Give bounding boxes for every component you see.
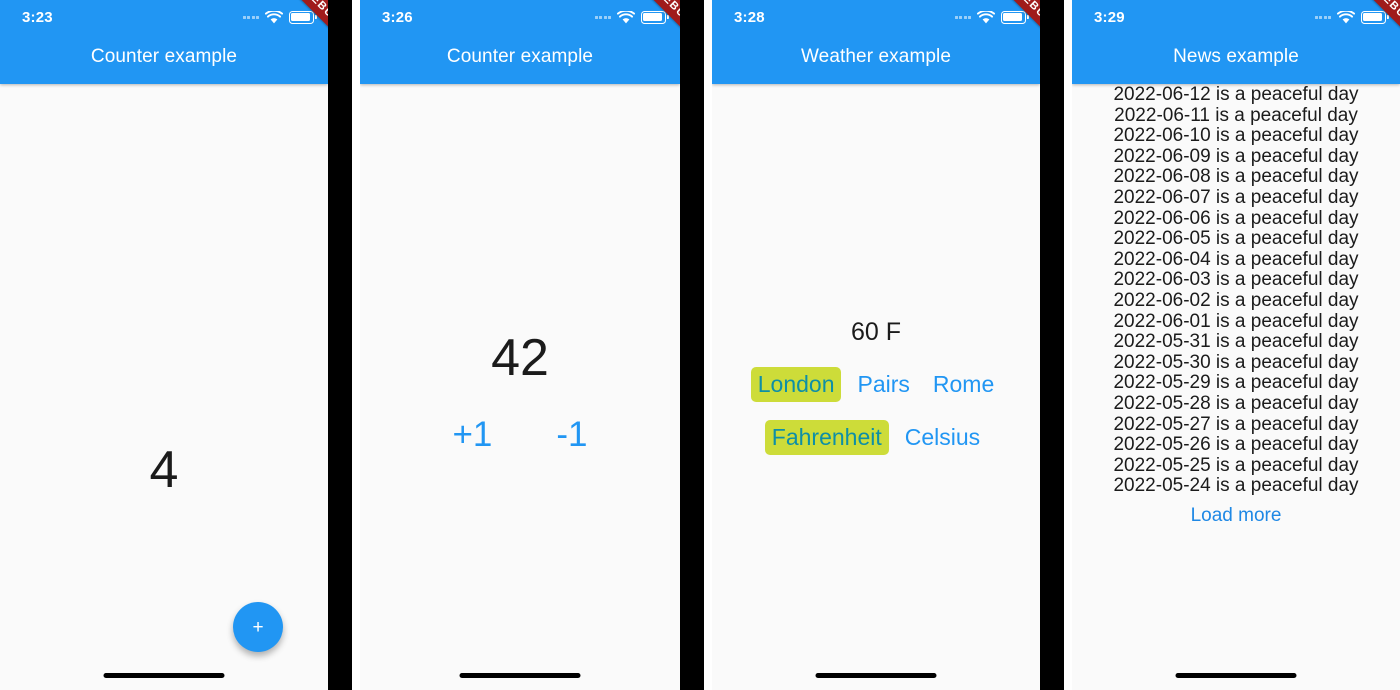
screen-body: 42 +1 -1 — [360, 84, 680, 690]
news-list-item[interactable]: 2022-06-05 is a peaceful day — [1113, 229, 1358, 250]
signal-dots-icon — [594, 15, 611, 19]
battery-icon — [1361, 10, 1389, 24]
wifi-icon — [265, 10, 283, 23]
plus-icon: + — [252, 616, 264, 638]
status-clock: 3:26 — [382, 8, 413, 26]
device-bezel — [680, 0, 704, 690]
app-bar-title: Counter example — [446, 46, 594, 67]
battery-icon — [289, 10, 317, 24]
news-list: 2022-06-12 is a peaceful day 2022-06-11 i… — [1072, 84, 1400, 527]
phone-counter-buttons: 3:26 Counter example DEBUG 42 +1 -1 — [360, 0, 680, 690]
news-list-item[interactable]: 2022-06-11 is a peaceful day — [1114, 105, 1358, 127]
news-list-item[interactable]: 2022-06-06 is a peaceful day — [1113, 208, 1358, 230]
counter-display: 42 +1 -1 — [360, 332, 680, 452]
phone-news: 3:29 News example DEBUG 2022-06-12 is a — [1072, 0, 1400, 690]
status-bar: 3:28 — [712, 0, 1040, 34]
app-bar: 3:26 Counter example DEBUG — [360, 0, 680, 84]
unit-selector: Fahrenheit Celsius — [764, 420, 987, 455]
phone-counter-simple: 3:23 Counter example DEBUG 4 + — [0, 0, 328, 690]
counter-value: 4 — [149, 441, 179, 499]
city-selector: London Pairs Rome — [750, 367, 1002, 402]
decrement-button[interactable]: -1 — [556, 417, 587, 452]
news-list-item[interactable]: 2022-05-28 is a peaceful day — [1113, 393, 1358, 415]
status-icons — [242, 10, 317, 24]
news-list-item[interactable]: 2022-05-26 is a peaceful day — [1113, 434, 1358, 456]
status-icons — [1314, 10, 1389, 24]
home-indicator — [1175, 673, 1297, 678]
unit-option-fahrenheit[interactable]: Fahrenheit — [764, 420, 889, 455]
counter-button-row: +1 -1 — [452, 417, 587, 452]
load-more-button[interactable]: Load more — [1191, 505, 1282, 527]
counter-display: 4 — [0, 444, 328, 496]
news-list-item[interactable]: 2022-06-08 is a peaceful day — [1113, 167, 1358, 188]
news-list-item[interactable]: 2022-05-31 is a peaceful day — [1113, 332, 1358, 353]
status-bar: 3:29 — [1072, 0, 1400, 34]
status-clock: 3:23 — [22, 8, 53, 26]
signal-dots-icon — [242, 15, 259, 19]
device-gap — [704, 0, 712, 690]
status-icons — [594, 10, 669, 24]
battery-icon — [641, 10, 669, 24]
news-list-item[interactable]: 2022-06-01 is a peaceful day — [1113, 311, 1358, 333]
app-bar: 3:23 Counter example DEBUG — [0, 0, 328, 84]
unit-option-celsius[interactable]: Celsius — [898, 420, 987, 455]
counter-value: 42 — [491, 329, 549, 387]
temperature-readout: 60 F — [850, 318, 902, 346]
news-list-item[interactable]: 2022-06-12 is a peaceful day — [1113, 84, 1358, 106]
news-list-item[interactable]: 2022-06-07 is a peaceful day — [1113, 187, 1358, 209]
news-list-item[interactable]: 2022-06-02 is a peaceful day — [1113, 290, 1358, 312]
status-bar: 3:26 — [360, 0, 680, 34]
city-option-rome[interactable]: Rome — [926, 367, 1001, 402]
status-icons — [954, 10, 1029, 24]
news-list-item[interactable]: 2022-05-30 is a peaceful day — [1113, 352, 1358, 374]
signal-dots-icon — [954, 15, 971, 19]
home-indicator — [815, 673, 937, 678]
news-list-item[interactable]: 2022-06-10 is a peaceful day — [1113, 126, 1358, 147]
app-bar: 3:28 Weather example DEBUG — [712, 0, 1040, 84]
app-bar-title: Counter example — [90, 46, 238, 67]
app-bar: 3:29 News example DEBUG — [1072, 0, 1400, 84]
city-option-london[interactable]: London — [750, 367, 842, 402]
screen-body: 2022-06-12 is a peaceful day 2022-06-11 i… — [1072, 84, 1400, 690]
status-bar: 3:23 — [0, 0, 328, 34]
add-fab-button[interactable]: + — [233, 602, 283, 652]
app-bar-title: News example — [1173, 46, 1299, 67]
battery-icon — [1001, 10, 1029, 24]
news-list-item[interactable]: 2022-06-04 is a peaceful day — [1113, 249, 1358, 271]
device-bezel — [328, 0, 352, 690]
increment-button[interactable]: +1 — [452, 417, 492, 452]
weather-display: 60 F London Pairs Rome Fahrenheit Celsiu… — [712, 320, 1040, 455]
city-option-pairs[interactable]: Pairs — [850, 367, 916, 402]
device-bezel — [1040, 0, 1064, 690]
news-list-item[interactable]: 2022-05-27 is a peaceful day — [1113, 414, 1358, 436]
wifi-icon — [617, 10, 635, 23]
wifi-icon — [977, 10, 995, 23]
signal-dots-icon — [1314, 15, 1331, 19]
phone-weather: 3:28 Weather example DEBUG 60 F London P… — [712, 0, 1040, 690]
status-clock: 3:28 — [734, 8, 765, 26]
wifi-icon — [1337, 10, 1355, 23]
home-indicator — [103, 673, 225, 678]
screen-body: 4 + — [0, 84, 328, 690]
home-indicator — [459, 673, 581, 678]
device-gap — [352, 0, 360, 690]
screen-body: 60 F London Pairs Rome Fahrenheit Celsiu… — [712, 84, 1040, 690]
news-list-item[interactable]: 2022-06-03 is a peaceful day — [1113, 270, 1358, 291]
app-bar-title: Weather example — [800, 46, 952, 67]
news-list-item[interactable]: 2022-05-24 is a peaceful day — [1113, 476, 1358, 497]
screenshot-stage: 3:23 Counter example DEBUG 4 + 3:26 Coun… — [0, 0, 1400, 690]
news-list-item[interactable]: 2022-06-09 is a peaceful day — [1113, 146, 1358, 168]
device-gap — [1064, 0, 1072, 690]
news-list-item[interactable]: 2022-05-25 is a peaceful day — [1113, 455, 1358, 477]
status-clock: 3:29 — [1094, 8, 1125, 26]
news-list-item[interactable]: 2022-05-29 is a peaceful day — [1113, 373, 1358, 394]
